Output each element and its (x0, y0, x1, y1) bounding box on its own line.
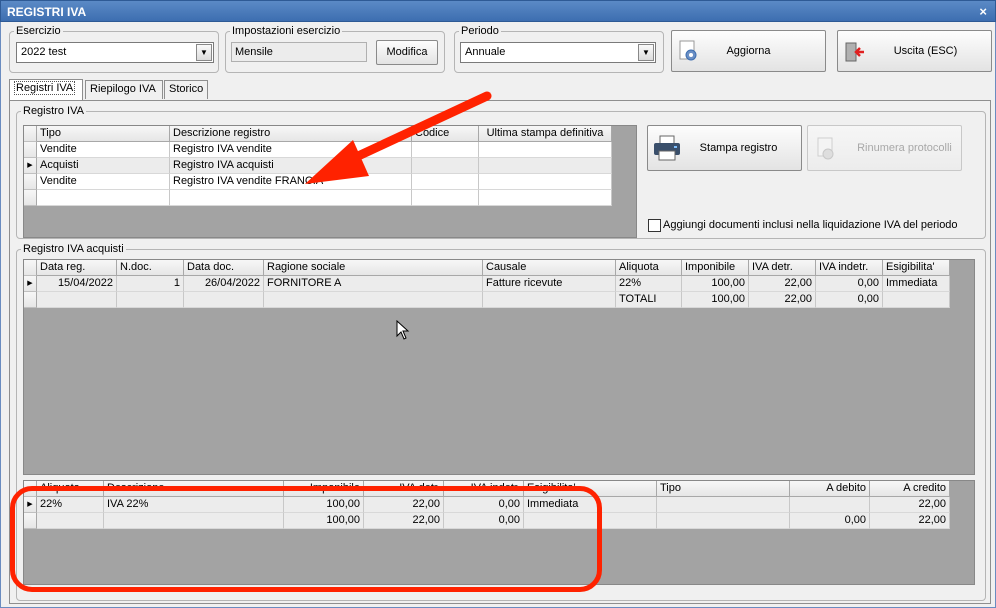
cell-a-credito: 22,00 (870, 497, 950, 513)
col-a-credito[interactable]: A credito (870, 481, 950, 497)
modifica-button[interactable]: Modifica (376, 40, 438, 65)
col-tipo[interactable]: Tipo (37, 126, 170, 142)
cell-data-doc: 26/04/2022 (184, 276, 264, 292)
tab-storico[interactable]: Storico (164, 80, 208, 99)
printer-icon (654, 135, 680, 161)
main-window: Esercizio 2022 test ▼ Impostazioni eserc… (0, 22, 996, 608)
col-iva-indetr[interactable]: IVA indetr. (816, 260, 883, 276)
col-a-debito[interactable]: A debito (790, 481, 870, 497)
exit-door-icon (845, 42, 864, 62)
acquisti-header-row: Data reg. N.doc. Data doc. Ragione socia… (24, 260, 950, 276)
cell-causale: Fatture ricevute (483, 276, 616, 292)
col-data-reg[interactable]: Data reg. (37, 260, 117, 276)
cell-tot-iva-detr: 22,00 (749, 292, 816, 308)
cell-data-doc (184, 292, 264, 308)
annotation-arrow-icon (305, 91, 492, 184)
cell-ndoc: 1 (117, 276, 184, 292)
cell-tipo: Vendite (37, 174, 170, 190)
cell-tipo: Acquisti (37, 158, 170, 174)
tab-riepilogo-iva[interactable]: Riepilogo IVA (85, 80, 163, 99)
periodo-legend: Periodo (461, 25, 499, 37)
col-aliquota[interactable]: Aliquota (616, 260, 682, 276)
cell-esigibilita (883, 292, 950, 308)
cell-ragione-sociale (264, 292, 483, 308)
periodo-value: Annuale (465, 46, 506, 58)
annotation-highlight-box (10, 486, 602, 592)
table-row[interactable]: ▶ 15/04/2022 1 26/04/2022 FORNITORE A Fa… (24, 276, 950, 292)
col-iva-detr[interactable]: IVA detr. (749, 260, 816, 276)
cell-ragione-sociale: FORNITORE A (264, 276, 483, 292)
chevron-down-icon[interactable]: ▼ (638, 44, 654, 61)
cell-totali-label: TOTALI (616, 292, 682, 308)
row-indicator (24, 260, 37, 276)
col-imponibile[interactable]: Imponibile (682, 260, 749, 276)
row-indicator (24, 292, 37, 308)
stampa-registro-button[interactable]: Stampa registro (647, 125, 802, 171)
impostazioni-legend: Impostazioni esercizio (232, 25, 341, 37)
cell-tipo (657, 497, 790, 513)
row-indicator (24, 126, 37, 142)
row-indicator (24, 142, 37, 158)
tab-registri-iva-label: Registri IVA (14, 81, 76, 95)
cell-iva-detr: 22,00 (749, 276, 816, 292)
mouse-cursor-icon (396, 320, 410, 340)
chevron-down-icon[interactable]: ▼ (196, 44, 212, 61)
tab-registri-iva[interactable]: Registri IVA (9, 79, 83, 100)
uscita-label: Uscita (ESC) (893, 45, 958, 57)
row-indicator (24, 190, 37, 206)
esercizio-select[interactable]: 2022 test ▼ (16, 42, 214, 63)
cell-tipo: Vendite (37, 142, 170, 158)
esercizio-legend: Esercizio (16, 25, 61, 37)
cell-iva-indetr: 0,00 (816, 276, 883, 292)
cell-tot-imponibile: 100,00 (682, 292, 749, 308)
cell-ndoc (117, 292, 184, 308)
cell-data-reg (37, 292, 117, 308)
cell-imponibile: 100,00 (682, 276, 749, 292)
refresh-gear-icon (679, 40, 697, 61)
totals-row: TOTALI 100,00 22,00 0,00 (24, 292, 950, 308)
cell-a-debito (790, 497, 870, 513)
cell-empty (37, 190, 170, 206)
cell-aliquota: 22% (616, 276, 682, 292)
rinumera-protocolli-button[interactable]: Rinumera protocolli (807, 125, 962, 171)
cell-tot-a-credito: 22,00 (870, 513, 950, 529)
col-esigibilita[interactable]: Esigibilita' (883, 260, 950, 276)
aggiorna-label: Aggiorna (726, 45, 771, 57)
row-selected-indicator: ▶ (24, 276, 37, 292)
cell-esigibilita: Immediata (883, 276, 950, 292)
col-data-doc[interactable]: Data doc. (184, 260, 264, 276)
aggiorna-button[interactable]: Aggiorna (671, 30, 826, 72)
window-title: REGISTRI IVA (7, 5, 87, 19)
col-ragione-sociale[interactable]: Ragione sociale (264, 260, 483, 276)
row-selected-indicator: ▶ (24, 158, 37, 174)
renumber-icon (817, 137, 834, 160)
cell-data-reg: 15/04/2022 (37, 276, 117, 292)
cell-causale (483, 292, 616, 308)
registro-iva-legend: Registro IVA (23, 105, 84, 117)
stampa-registro-label: Stampa registro (699, 142, 778, 154)
close-icon[interactable]: × (979, 1, 987, 23)
col-tipo[interactable]: Tipo (657, 481, 790, 497)
row-indicator (24, 174, 37, 190)
impostazioni-value: Mensile (231, 42, 367, 62)
registro-acquisti-legend: Registro IVA acquisti (23, 243, 124, 255)
uscita-button[interactable]: Uscita (ESC) (837, 30, 992, 72)
periodo-select[interactable]: Annuale ▼ (460, 42, 656, 63)
esercizio-value: 2022 test (21, 46, 67, 58)
cell-tot-a-debito: 0,00 (790, 513, 870, 529)
col-ndoc[interactable]: N.doc. (117, 260, 184, 276)
window-title-bar: REGISTRI IVA × (0, 0, 996, 22)
cell-tot-iva-indetr: 0,00 (816, 292, 883, 308)
col-causale[interactable]: Causale (483, 260, 616, 276)
aggiungi-documenti-label: Aggiungi documenti inclusi nella liquida… (663, 219, 958, 231)
cell-tipo (657, 513, 790, 529)
acquisti-grid: Data reg. N.doc. Data doc. Ragione socia… (23, 259, 975, 475)
aggiungi-documenti-checkbox[interactable] (648, 219, 661, 232)
